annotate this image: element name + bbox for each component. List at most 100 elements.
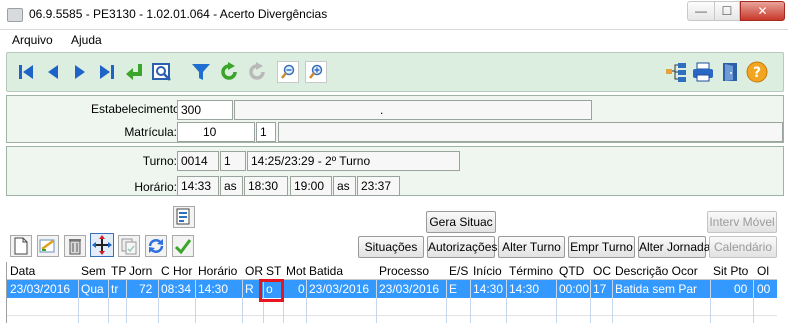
autorizacoes-button[interactable]: Autorizações xyxy=(427,236,497,258)
col-chor[interactable]: C Hor xyxy=(161,264,192,278)
col-jorn[interactable]: Jorn xyxy=(129,264,152,278)
cell-termino: 14:30 xyxy=(509,282,540,296)
report-icon[interactable] xyxy=(173,206,195,228)
cell-chor: 08:34 xyxy=(161,282,192,296)
cell-sem: Qua xyxy=(81,282,104,296)
last-record-icon[interactable] xyxy=(96,61,118,83)
column-divider xyxy=(556,280,557,323)
cell-tp: tr xyxy=(111,282,119,296)
col-termino[interactable]: Término xyxy=(509,264,553,278)
maximize-button[interactable]: ☐ xyxy=(714,1,740,21)
column-divider xyxy=(710,280,711,323)
matricula-digit-field[interactable]: 1 xyxy=(256,122,276,142)
column-divider xyxy=(195,280,196,323)
alter-turno-button[interactable]: Alter Turno xyxy=(498,236,565,258)
col-es[interactable]: E/S xyxy=(449,264,468,278)
horario-label: Horário: xyxy=(134,180,177,194)
table-row-empty[interactable] xyxy=(7,298,777,316)
estabelecimento-code-field[interactable]: 300 xyxy=(177,100,233,120)
col-horario[interactable]: Horário xyxy=(198,264,237,278)
col-or[interactable]: OR xyxy=(245,264,263,278)
search-icon[interactable] xyxy=(151,61,173,83)
first-record-icon[interactable] xyxy=(15,61,37,83)
estabelecimento-label: Estabelecimento: xyxy=(91,102,184,116)
turno-seq-field: 1 xyxy=(220,151,246,171)
move-icon[interactable] xyxy=(90,233,114,257)
col-st[interactable]: ST xyxy=(266,264,281,278)
edit-icon[interactable] xyxy=(37,235,59,257)
previous-record-icon[interactable] xyxy=(42,61,64,83)
col-processo[interactable]: Processo xyxy=(379,264,429,278)
cell-oc: 17 xyxy=(593,282,607,296)
schedule-panel: Turno: 0014 1 14:25/23:29 - 2º Turno Hor… xyxy=(6,146,784,196)
col-ol[interactable]: Ol xyxy=(757,264,769,278)
sync-icon[interactable] xyxy=(145,235,167,257)
column-divider xyxy=(242,280,243,323)
horario-2-field: 18:30 xyxy=(244,176,288,196)
empr-turno-button[interactable]: Empr Turno xyxy=(568,236,635,258)
column-divider xyxy=(108,280,109,323)
help-icon[interactable]: ? xyxy=(746,61,768,83)
cell-sitpto: 00 xyxy=(734,282,748,296)
column-divider xyxy=(158,280,159,323)
cell-es: E xyxy=(449,282,458,296)
print-icon[interactable] xyxy=(692,61,714,83)
grid-header: Data Sem TP Jorn C Hor Horário OR ST Mot… xyxy=(7,262,777,280)
cell-data: 23/03/2016 xyxy=(10,282,71,296)
calendario-button[interactable]: Calendário xyxy=(709,236,777,258)
gera-situac-button[interactable]: Gera Situac xyxy=(426,211,496,233)
col-mot[interactable]: Mot xyxy=(286,264,306,278)
col-descricao[interactable]: Descrição Ocor xyxy=(615,264,698,278)
employee-name-field xyxy=(278,122,783,142)
minimize-button[interactable]: — xyxy=(687,1,714,21)
column-divider xyxy=(126,280,127,323)
table-row[interactable]: 23/03/2016 Qua tr 72 08:34 14:30 R o 0 2… xyxy=(7,280,777,298)
redo-icon[interactable] xyxy=(246,61,268,83)
cell-or: R xyxy=(245,282,254,296)
help-glyph: ? xyxy=(753,65,761,81)
menu-ajuda[interactable]: Ajuda xyxy=(71,33,102,47)
exit-icon[interactable] xyxy=(719,61,741,83)
menu-bar: Arquivo Ajuda xyxy=(0,30,788,50)
horario-3-field: 19:00 xyxy=(290,176,332,196)
app-icon xyxy=(7,8,23,22)
matricula-label: Matrícula: xyxy=(124,125,177,139)
refresh-icon[interactable] xyxy=(218,61,240,83)
cell-processo: 23/03/2016 xyxy=(379,282,440,296)
col-sem[interactable]: Sem xyxy=(81,264,106,278)
as-1-label: as xyxy=(220,176,243,196)
col-data[interactable]: Data xyxy=(10,264,35,278)
col-sitpto[interactable]: Sit Pto xyxy=(713,264,748,278)
next-record-icon[interactable] xyxy=(69,61,91,83)
tree-icon[interactable] xyxy=(665,61,687,83)
zoom-out-icon[interactable] xyxy=(277,61,299,83)
cell-batida: 23/03/2016 xyxy=(309,282,370,296)
matricula-field[interactable]: 10 xyxy=(177,122,255,142)
new-document-icon[interactable] xyxy=(10,235,32,257)
window-title: 06.9.5585 - PE3130 - 1.02.01.064 - Acert… xyxy=(29,7,328,21)
col-tp[interactable]: TP xyxy=(111,264,126,278)
filter-icon[interactable] xyxy=(190,61,212,83)
go-to-icon[interactable] xyxy=(124,61,146,83)
col-batida[interactable]: Batida xyxy=(309,264,343,278)
confirm-icon[interactable] xyxy=(172,235,194,257)
cell-inicio: 14:30 xyxy=(473,282,504,296)
col-oc[interactable]: OC xyxy=(593,264,611,278)
situacoes-button[interactable]: Situações xyxy=(358,236,424,258)
zoom-in-icon[interactable] xyxy=(305,61,327,83)
col-inicio[interactable]: Início xyxy=(473,264,502,278)
close-button[interactable]: ✕ xyxy=(740,1,785,21)
delete-icon[interactable] xyxy=(64,235,86,257)
alter-jornada-button[interactable]: Alter Jornada xyxy=(638,236,710,258)
horario-4-field: 23:37 xyxy=(357,176,400,196)
cell-descricao: Batida sem Par xyxy=(615,282,698,296)
column-divider xyxy=(470,280,471,323)
copy-icon[interactable] xyxy=(118,235,140,257)
cell-ol: 00 xyxy=(757,282,771,296)
col-qtd[interactable]: QTD xyxy=(559,264,584,278)
interv-movel-button[interactable]: Interv Móvel xyxy=(707,211,777,233)
horario-1-field: 14:33 xyxy=(177,176,219,196)
menu-arquivo[interactable]: Arquivo xyxy=(12,33,53,47)
turno-label: Turno: xyxy=(142,154,177,168)
cell-mot: 0 xyxy=(298,282,305,296)
